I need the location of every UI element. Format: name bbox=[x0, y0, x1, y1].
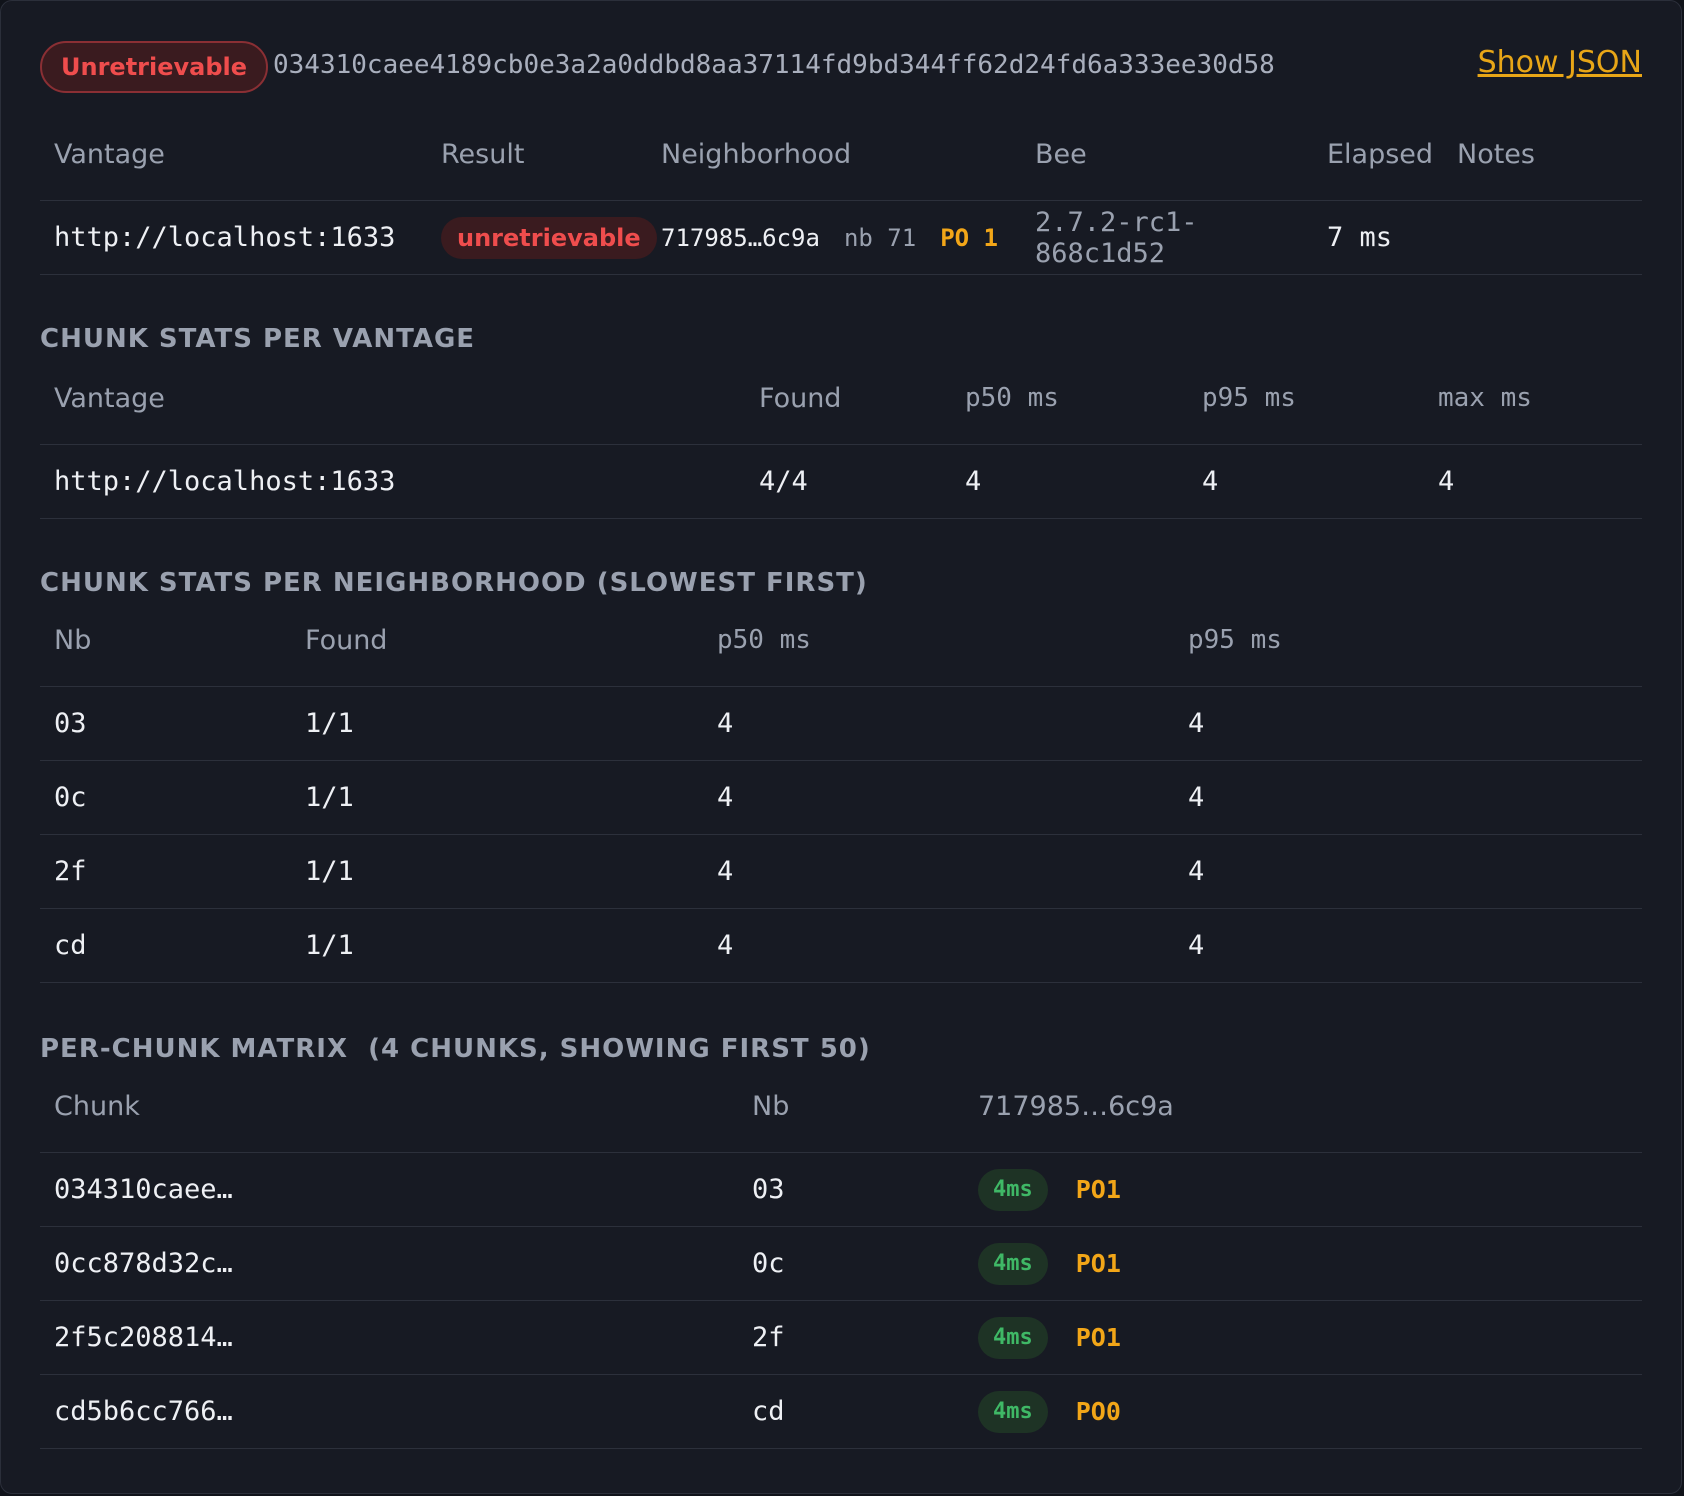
p50-value: 4 bbox=[951, 444, 1188, 519]
p95-value: 4 bbox=[1174, 834, 1642, 909]
found-value: 1/1 bbox=[291, 686, 703, 761]
matrix-title-text: PER-CHUNK MATRIX bbox=[40, 1034, 348, 1064]
table-row: 2f 1/1 4 4 bbox=[40, 834, 1642, 909]
nb-value: 2f bbox=[738, 1300, 964, 1375]
results-header-row: Vantage Result Neighborhood Bee Elapsed … bbox=[40, 131, 1642, 201]
matrix-title: PER-CHUNK MATRIX (4 CHUNKS, SHOWING FIRS… bbox=[40, 1031, 1642, 1067]
matrix-cell: 4ms PO0 bbox=[964, 1374, 1642, 1449]
nb-value: 03 bbox=[40, 686, 291, 761]
result-header: Unretrievable 034310caee4189cb0e3a2a0ddb… bbox=[40, 1, 1642, 131]
col-result: Result bbox=[427, 131, 647, 201]
po-tag: PO0 bbox=[1075, 1397, 1121, 1426]
latency-badge: 4ms bbox=[978, 1242, 1048, 1285]
chunk-matrix-table: Chunk Nb 717985…6c9a 034310caee… 03 4ms P… bbox=[40, 1083, 1642, 1449]
col-neighborhood: Neighborhood bbox=[647, 131, 1021, 201]
col-nb: Nb bbox=[738, 1083, 964, 1153]
col-p95: p95 ms bbox=[1174, 617, 1642, 687]
bee-version: 2.7.2-rc1-868c1d52 bbox=[1021, 200, 1313, 275]
nb-value: 03 bbox=[738, 1152, 964, 1227]
col-neighborhood: 717985…6c9a bbox=[964, 1083, 1642, 1153]
col-p95: p95 ms bbox=[1188, 375, 1424, 445]
col-max: max ms bbox=[1424, 375, 1642, 445]
found-value: 1/1 bbox=[291, 834, 703, 909]
result-card: Unretrievable 034310caee4189cb0e3a2a0ddb… bbox=[0, 0, 1682, 1494]
elapsed-value: 7 ms bbox=[1313, 200, 1443, 275]
show-json-link[interactable]: Show JSON bbox=[1478, 43, 1642, 83]
col-vantage: Vantage bbox=[40, 375, 745, 445]
po-tag: PO1 bbox=[1075, 1323, 1121, 1352]
status-badge: Unretrievable bbox=[40, 41, 269, 93]
table-row: 03 1/1 4 4 bbox=[40, 686, 1642, 761]
neighborhood-stats-table: Nb Found p50 ms p95 ms 03 1/1 4 4 0c 1/1… bbox=[40, 617, 1642, 983]
table-row: 0c 1/1 4 4 bbox=[40, 760, 1642, 835]
col-nb: Nb bbox=[40, 617, 291, 687]
col-elapsed: Elapsed bbox=[1313, 131, 1443, 201]
latency-badge: 4ms bbox=[978, 1390, 1048, 1433]
nb-label: nb 71 bbox=[843, 223, 917, 252]
chunk-id: 0cc878d32c… bbox=[40, 1226, 738, 1301]
p95-value: 4 bbox=[1174, 760, 1642, 835]
max-value: 4 bbox=[1424, 444, 1642, 519]
p50-value: 4 bbox=[703, 686, 1174, 761]
neighborhood-stats-title: CHUNK STATS PER NEIGHBORHOOD (SLOWEST FI… bbox=[40, 568, 868, 598]
vantage-stats-table: Vantage Found p50 ms p95 ms max ms http:… bbox=[40, 375, 1642, 519]
result-cell: unretrievable bbox=[427, 200, 657, 275]
vantage-url: http://localhost:1633 bbox=[40, 200, 427, 275]
col-found: Found bbox=[745, 375, 951, 445]
result-badge: unretrievable bbox=[441, 216, 657, 259]
chunk-id: 034310caee… bbox=[40, 1152, 738, 1227]
matrix-cell: 4ms PO1 bbox=[964, 1152, 1642, 1227]
nb-value: cd bbox=[40, 908, 291, 983]
neighborhood-stats-header-row: Nb Found p50 ms p95 ms bbox=[40, 617, 1642, 687]
matrix-cell: 4ms PO1 bbox=[964, 1300, 1642, 1375]
latency-badge: 4ms bbox=[978, 1316, 1048, 1359]
p50-value: 4 bbox=[703, 908, 1174, 983]
vantage-stats-header-row: Vantage Found p50 ms p95 ms max ms bbox=[40, 375, 1642, 445]
p95-value: 4 bbox=[1188, 444, 1424, 519]
table-row: 034310caee… 03 4ms PO1 bbox=[40, 1152, 1642, 1227]
matrix-cell: 4ms PO1 bbox=[964, 1226, 1642, 1301]
po-tag: PO1 bbox=[1075, 1175, 1121, 1204]
p50-value: 4 bbox=[703, 760, 1174, 835]
chunk-id: cd5b6cc766… bbox=[40, 1374, 738, 1449]
notes-value bbox=[1443, 200, 1642, 275]
neighborhood-cell: 717985…6c9a nb 71 PO 1 bbox=[647, 200, 1021, 275]
chunk-id: 2f5c208814… bbox=[40, 1300, 738, 1375]
col-bee: Bee bbox=[1021, 131, 1313, 201]
p95-value: 4 bbox=[1174, 686, 1642, 761]
matrix-subtitle: (4 CHUNKS, SHOWING FIRST 50) bbox=[368, 1034, 871, 1064]
col-p50: p50 ms bbox=[951, 375, 1188, 445]
nb-value: cd bbox=[738, 1374, 964, 1449]
col-p50: p50 ms bbox=[703, 617, 1174, 687]
table-row: cd5b6cc766… cd 4ms PO0 bbox=[40, 1374, 1642, 1449]
po-tag: PO1 bbox=[1075, 1249, 1121, 1278]
content-id: 034310caee4189cb0e3a2a0ddbd8aa37114fd9bd… bbox=[273, 50, 1275, 80]
col-vantage: Vantage bbox=[40, 131, 427, 201]
table-row: 0cc878d32c… 0c 4ms PO1 bbox=[40, 1226, 1642, 1301]
vantage-stats-title: CHUNK STATS PER VANTAGE bbox=[40, 324, 476, 354]
found-value: 1/1 bbox=[291, 760, 703, 835]
matrix-header-row: Chunk Nb 717985…6c9a bbox=[40, 1083, 1642, 1153]
found-value: 1/1 bbox=[291, 908, 703, 983]
p50-value: 4 bbox=[703, 834, 1174, 909]
po-label: PO 1 bbox=[940, 223, 998, 252]
col-chunk: Chunk bbox=[40, 1083, 738, 1153]
col-found: Found bbox=[291, 617, 703, 687]
nb-value: 0c bbox=[40, 760, 291, 835]
table-row: http://localhost:1633 unretrievable 7179… bbox=[40, 200, 1642, 275]
table-row: cd 1/1 4 4 bbox=[40, 908, 1642, 983]
neighborhood-id: 717985…6c9a bbox=[661, 223, 820, 252]
latency-badge: 4ms bbox=[978, 1168, 1048, 1211]
p95-value: 4 bbox=[1174, 908, 1642, 983]
nb-value: 0c bbox=[738, 1226, 964, 1301]
table-row: http://localhost:1633 4/4 4 4 4 bbox=[40, 444, 1642, 519]
vantage-url: http://localhost:1633 bbox=[40, 444, 745, 519]
table-row: 2f5c208814… 2f 4ms PO1 bbox=[40, 1300, 1642, 1375]
nb-value: 2f bbox=[40, 834, 291, 909]
found-value: 4/4 bbox=[745, 444, 951, 519]
results-table: Vantage Result Neighborhood Bee Elapsed … bbox=[40, 131, 1642, 275]
col-notes: Notes bbox=[1443, 131, 1642, 201]
